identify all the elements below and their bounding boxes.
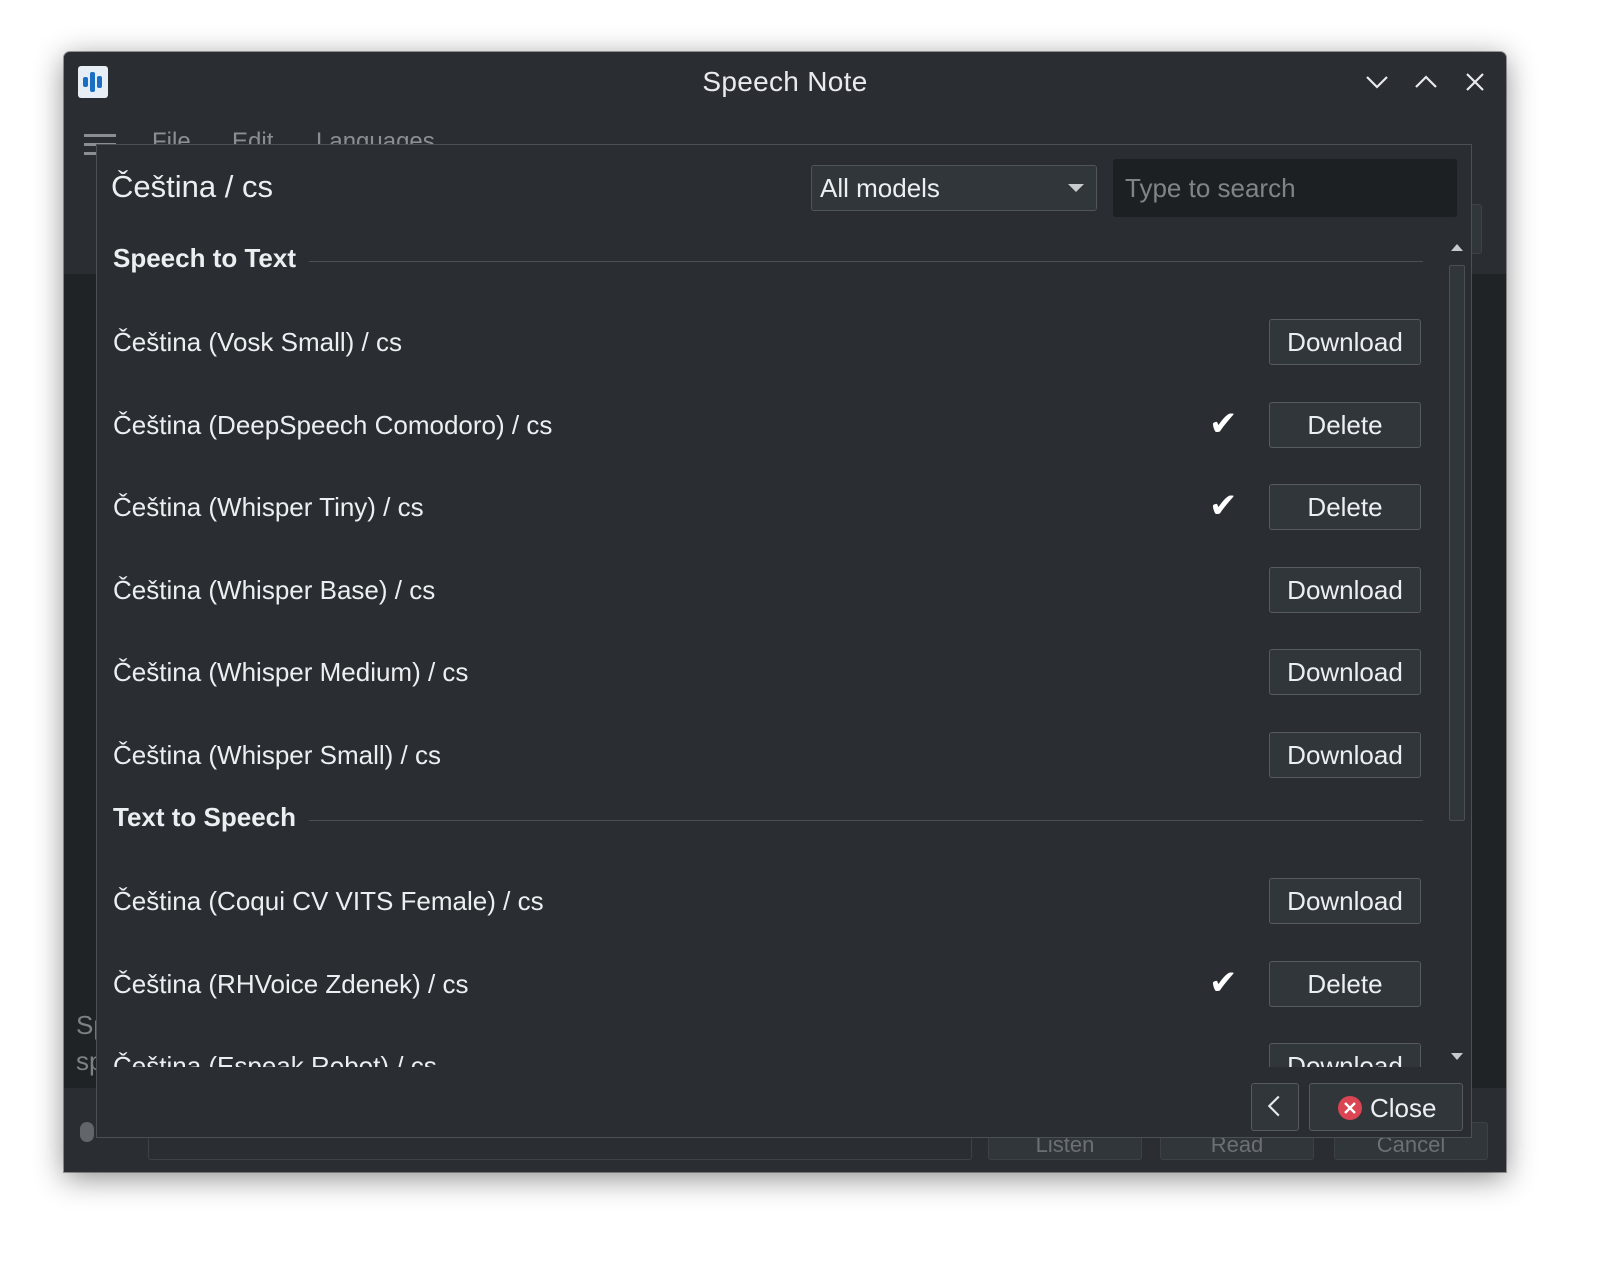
model-row: Čeština (Whisper Medium) / cs Download — [97, 637, 1441, 719]
download-button[interactable]: Download — [1269, 731, 1421, 778]
model-name: Čeština (Vosk Small) / cs — [113, 327, 402, 357]
model-filter-value: All models — [820, 173, 940, 203]
model-row: Čeština (Vosk Small) / cs Download — [97, 307, 1441, 389]
download-button[interactable]: Download — [1269, 878, 1421, 924]
model-name: Čeština (RHVoice Zdenek) / cs — [113, 968, 469, 999]
download-button[interactable]: Download — [1269, 566, 1421, 613]
close-window-button[interactable] — [1460, 67, 1490, 97]
scroll-track[interactable] — [1449, 265, 1465, 1039]
section-divider — [309, 261, 1423, 262]
model-name: Čeština (Coqui CV VITS Female) / cs — [113, 886, 544, 916]
language-models-dialog: Čeština / cs All models Speech to Text Če… — [96, 144, 1472, 1138]
scroll-thumb[interactable] — [1449, 265, 1465, 821]
model-name: Čeština (Whisper Tiny) / cs — [113, 492, 424, 522]
delete-button[interactable]: Delete — [1269, 960, 1421, 1007]
title-bar[interactable]: Speech Note — [64, 52, 1506, 112]
download-button[interactable]: Download — [1269, 1043, 1421, 1067]
dropdown-arrow-icon — [1068, 184, 1084, 192]
section-divider — [309, 820, 1423, 821]
scroll-down-arrow-icon[interactable] — [1447, 1047, 1467, 1067]
close-dialog-button[interactable]: Close — [1309, 1083, 1463, 1131]
model-name: Čeština (Whisper Small) / cs — [113, 739, 441, 770]
model-name: Čeština (Espeak Robot) / cs — [113, 1051, 437, 1067]
maximize-button[interactable] — [1411, 67, 1441, 97]
model-name: Čeština (Whisper Base) / cs — [113, 574, 436, 605]
model-row: Čeština (Coqui CV VITS Female) / cs Downl… — [97, 866, 1441, 948]
window-title: Speech Note — [702, 66, 868, 97]
models-scrollbar[interactable] — [1445, 237, 1469, 1067]
scroll-up-arrow-icon[interactable] — [1447, 237, 1467, 257]
model-name: Čeština (Whisper Medium) / cs — [113, 657, 469, 687]
installed-check-icon: ✔ — [1209, 962, 1238, 1003]
models-list[interactable]: Speech to Text Čeština (Vosk Small) / cs D… — [97, 235, 1441, 1067]
section-header: Text to Speech — [113, 802, 297, 832]
model-row: Čeština (Whisper Base) / cs Download — [97, 555, 1441, 637]
model-filter-dropdown[interactable]: All models — [811, 165, 1097, 211]
back-button[interactable] — [1251, 1083, 1299, 1131]
section-header: Speech to Text — [113, 243, 297, 273]
model-row: Čeština (DeepSpeech Comodoro) / cs ✔ Delet… — [97, 390, 1441, 472]
installed-check-icon: ✔ — [1209, 403, 1238, 444]
background-indicator — [80, 1122, 94, 1142]
minimize-button[interactable] — [1362, 67, 1392, 97]
delete-button[interactable]: Delete — [1269, 484, 1421, 530]
search-input[interactable] — [1113, 159, 1457, 217]
dialog-title: Čeština / cs — [111, 169, 273, 204]
download-button[interactable]: Download — [1269, 319, 1421, 365]
model-row: Čeština (Whisper Small) / cs Download — [97, 720, 1441, 802]
chevron-up-icon — [1415, 75, 1437, 88]
installed-check-icon: ✔ — [1209, 486, 1238, 526]
download-button[interactable]: Download — [1269, 649, 1421, 695]
model-name: Čeština (DeepSpeech Comodoro) / cs — [113, 409, 553, 440]
model-row: Čeština (Whisper Tiny) / cs ✔ Delete — [97, 472, 1441, 554]
model-row: Čeština (Espeak Robot) / cs Download — [97, 1031, 1441, 1067]
speech-note-window: Speech Note File Edit Languages Sp sp Li… — [64, 52, 1506, 1172]
chevron-left-icon — [1267, 1095, 1280, 1117]
close-dialog-label: Close — [1370, 1093, 1437, 1123]
close-icon — [1466, 73, 1484, 91]
close-circle-icon — [1338, 1096, 1362, 1120]
chevron-down-icon — [1366, 76, 1388, 89]
delete-button[interactable]: Delete — [1269, 401, 1421, 448]
model-row: Čeština (RHVoice Zdenek) / cs ✔ Delete — [97, 949, 1441, 1031]
